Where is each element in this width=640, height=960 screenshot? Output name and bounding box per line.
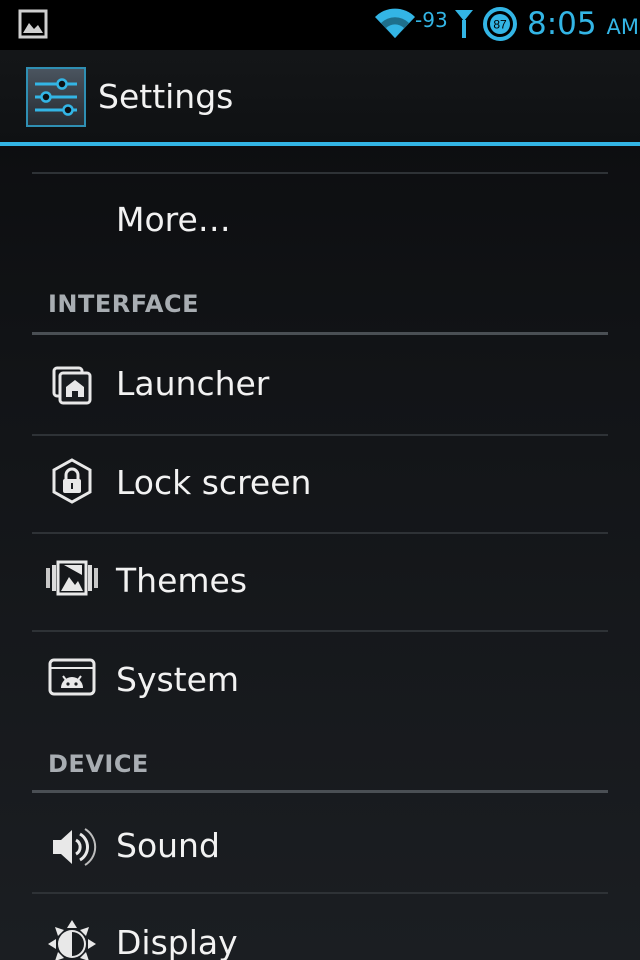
list-item-label: Launcher (116, 364, 270, 403)
page-title: Settings (98, 77, 234, 116)
sound-icon (44, 819, 100, 875)
list-item-label: Lock screen (116, 463, 312, 502)
section-header-device: DEVICE (48, 750, 149, 778)
system-icon (44, 648, 100, 704)
list-item-more[interactable]: More… (0, 174, 640, 270)
clock-ampm: AM (606, 15, 639, 39)
wifi-icon (373, 8, 417, 40)
list-item-system[interactable]: System (0, 632, 640, 728)
settings-list: More… INTERFACE Launcher Lock screen The… (0, 146, 640, 960)
list-item-lock-screen[interactable]: Lock screen (0, 436, 640, 532)
section-divider (32, 332, 608, 335)
clock-time: 8:05 (527, 6, 597, 42)
action-bar: Settings (0, 50, 640, 142)
display-icon (44, 916, 100, 960)
list-item-label: Sound (116, 826, 220, 865)
list-item-display[interactable]: Display (0, 894, 640, 960)
list-item-sound[interactable]: Sound (0, 794, 640, 890)
picture-icon[interactable] (18, 9, 48, 39)
themes-icon (44, 551, 100, 607)
list-item-label: Display (116, 923, 238, 960)
battery-icon: 87 (482, 6, 518, 42)
launcher-icon (44, 356, 100, 412)
status-bar: -93 87 8:05 AM (0, 0, 640, 50)
section-header-interface: INTERFACE (48, 290, 199, 318)
list-item-label: System (116, 660, 240, 699)
lock-icon (44, 453, 100, 509)
section-divider (32, 790, 608, 793)
list-item-label: More… (116, 200, 231, 239)
list-item-themes[interactable]: Themes (0, 534, 640, 630)
list-item-launcher[interactable]: Launcher (0, 336, 640, 432)
settings-screen: -93 87 8:05 AM Settings More… INTERFACE … (0, 0, 640, 960)
settings-sliders-icon[interactable] (26, 67, 86, 127)
list-item-label: Themes (116, 561, 248, 600)
antenna-icon (452, 6, 476, 40)
battery-level-text: 87 (493, 18, 507, 32)
clock: 8:05 AM (527, 6, 639, 45)
signal-strength-text: -93 (415, 8, 448, 32)
